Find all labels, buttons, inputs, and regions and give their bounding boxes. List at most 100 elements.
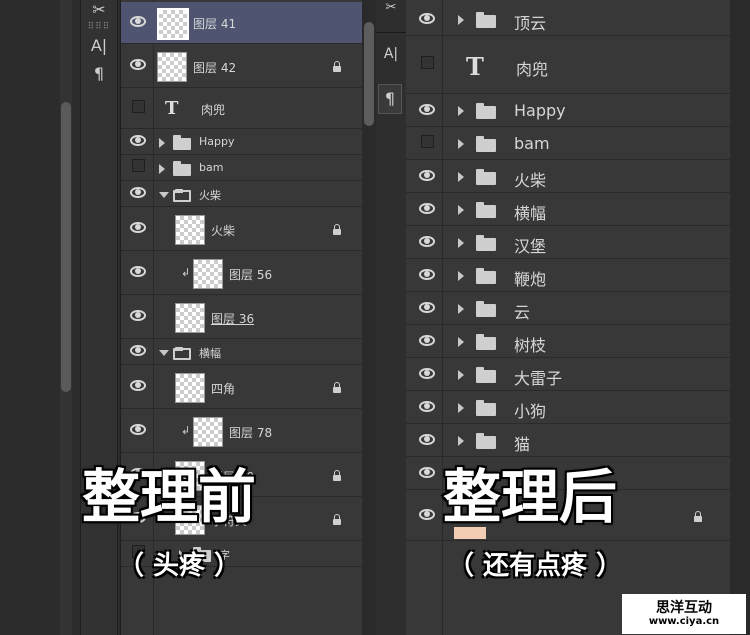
left-outer-scroll-thumb[interactable] (61, 102, 71, 392)
visibility-toggle[interactable] (412, 128, 442, 160)
layers-scroll-thumb-before[interactable] (364, 22, 374, 126)
collapse-arrow-icon[interactable] (159, 349, 169, 356)
expand-arrow-icon[interactable] (458, 436, 464, 446)
layer-row[interactable]: 小狗 (406, 392, 730, 424)
layer-row[interactable]: ↲ 图层 78 (121, 410, 363, 453)
folder-icon (476, 169, 496, 185)
character-panel-icon[interactable]: A| (376, 46, 406, 62)
layer-name: 火柴 (211, 223, 236, 238)
layer-row[interactable]: 顶云 (406, 4, 730, 36)
layer-row[interactable]: 鞭炮 (406, 260, 730, 292)
lock-icon (333, 381, 341, 393)
eye-icon[interactable] (412, 458, 442, 490)
layer-name: 顶云 (514, 14, 547, 33)
eye-icon[interactable] (123, 182, 153, 207)
expand-arrow-icon[interactable] (458, 403, 464, 413)
layer-row[interactable]: ↲ 图层 56 (121, 252, 363, 295)
paragraph-panel-icon[interactable]: ¶ (378, 84, 402, 114)
folder-icon (476, 235, 496, 251)
expand-arrow-icon[interactable] (458, 271, 464, 281)
eye-icon[interactable] (123, 410, 153, 453)
expand-arrow-icon[interactable] (458, 238, 464, 248)
layer-row[interactable]: T 肉兜 (406, 37, 730, 94)
eye-glyph (419, 467, 435, 478)
eye-icon[interactable] (412, 227, 442, 259)
eye-glyph (419, 368, 435, 379)
eye-icon[interactable] (123, 208, 153, 251)
layer-thumbnail (193, 258, 223, 289)
visibility-toggle[interactable] (412, 37, 442, 94)
eye-glyph (419, 13, 435, 24)
scissors-icon[interactable]: ✂ (376, 0, 406, 15)
eye-icon[interactable] (412, 95, 442, 127)
layer-row[interactable]: 云 (406, 293, 730, 325)
expand-arrow-icon[interactable] (458, 205, 464, 215)
layer-row[interactable]: bam (121, 156, 363, 181)
layer-row[interactable]: 图层 42 (121, 45, 363, 88)
layer-thumbnail (157, 51, 187, 82)
layer-name: 汉堡 (514, 237, 547, 256)
expand-arrow-icon[interactable] (159, 137, 165, 148)
expand-arrow-icon[interactable] (458, 337, 464, 347)
expand-arrow-icon[interactable] (458, 15, 464, 25)
layer-row[interactable]: Happy (121, 130, 363, 155)
eye-icon[interactable] (412, 260, 442, 292)
layer-row[interactable]: 图层 36 (121, 296, 363, 339)
eye-glyph (130, 424, 146, 435)
layer-name: 图层 36 (211, 311, 255, 326)
layer-row[interactable]: Happy (406, 95, 730, 127)
before-subtitle: （ 头疼 ） (118, 551, 241, 581)
layer-row[interactable]: 汉堡 (406, 227, 730, 259)
eye-icon[interactable] (412, 194, 442, 226)
eye-icon[interactable] (123, 366, 153, 409)
eye-icon[interactable] (412, 392, 442, 424)
layer-row[interactable]: 四角 (121, 366, 363, 409)
layer-row[interactable]: 大雷子 (406, 359, 730, 391)
character-panel-icon[interactable]: A| (81, 36, 117, 55)
watermark: 思洋互动 www.ciya.cn (622, 594, 746, 634)
eye-glyph (419, 104, 435, 115)
layer-row[interactable]: 火柴 (121, 208, 363, 251)
expand-arrow-icon[interactable] (159, 163, 165, 174)
layer-row[interactable]: 火柴 (406, 161, 730, 193)
layer-name: Happy (514, 101, 566, 120)
eye-glyph (130, 222, 146, 233)
eye-icon[interactable] (412, 293, 442, 325)
expand-arrow-icon[interactable] (458, 106, 464, 116)
layer-row[interactable]: 横幅 (406, 194, 730, 226)
visibility-toggle[interactable] (123, 89, 153, 129)
layer-row[interactable]: 树枝 (406, 326, 730, 358)
expand-arrow-icon[interactable] (458, 304, 464, 314)
layer-row[interactable]: T 肉兜 (121, 89, 363, 129)
layer-row[interactable]: 图层 41 (121, 2, 363, 44)
eye-icon[interactable] (412, 359, 442, 391)
folder-icon (173, 134, 191, 150)
eye-icon[interactable] (412, 161, 442, 193)
eye-icon[interactable] (412, 326, 442, 358)
layer-name: 图层 56 (229, 267, 273, 282)
eye-icon[interactable] (123, 252, 153, 295)
eye-icon[interactable] (412, 4, 442, 36)
layer-row[interactable]: bam (406, 128, 730, 160)
scissors-icon[interactable]: ✂ (81, 0, 117, 19)
eye-icon[interactable] (412, 491, 442, 541)
eye-glyph (130, 187, 146, 198)
eye-icon[interactable] (123, 2, 153, 44)
eye-icon[interactable] (412, 425, 442, 457)
collapse-arrow-icon[interactable] (159, 191, 169, 198)
eye-icon[interactable] (123, 45, 153, 88)
folder-icon (476, 334, 496, 350)
expand-arrow-icon[interactable] (458, 139, 464, 149)
paragraph-panel-icon[interactable]: ¶ (81, 64, 117, 83)
eye-icon[interactable] (123, 340, 153, 365)
expand-arrow-icon[interactable] (458, 172, 464, 182)
eye-glyph (130, 16, 146, 27)
visibility-toggle[interactable] (123, 156, 153, 181)
eye-icon[interactable] (123, 130, 153, 155)
eye-icon[interactable] (123, 296, 153, 339)
folder-icon (476, 103, 496, 119)
layer-row[interactable]: 横幅 (121, 340, 363, 365)
expand-arrow-icon[interactable] (458, 370, 464, 380)
folder-icon (476, 268, 496, 284)
layer-row[interactable]: 火柴 (121, 182, 363, 207)
